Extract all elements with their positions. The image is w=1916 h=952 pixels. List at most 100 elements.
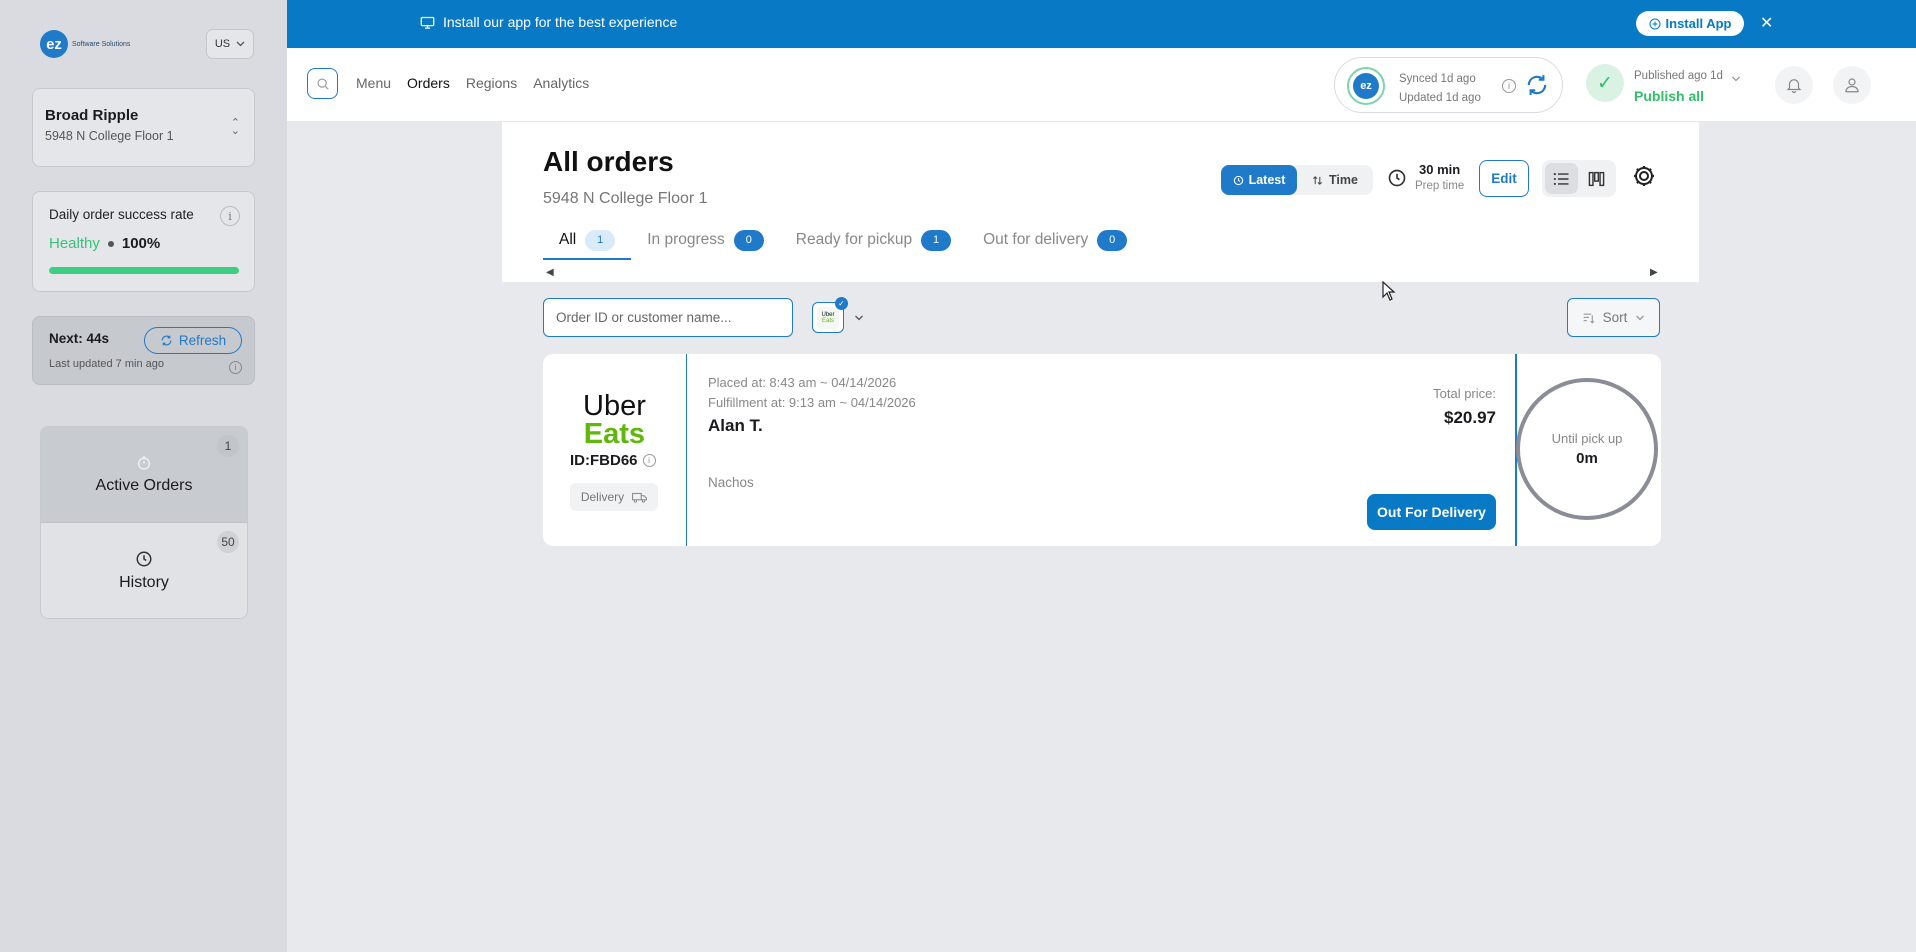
clock-icon — [1388, 169, 1406, 187]
store-selector[interactable]: Broad Ripple 5948 N College Floor 1 ⌃ ⌄ — [32, 88, 255, 167]
top-header: Menu Orders Regions Analytics ez Synced … — [287, 48, 1916, 122]
success-rate-line: Healthy 100% — [49, 235, 238, 252]
user-icon — [1845, 78, 1859, 93]
sort-button[interactable]: Sort — [1567, 298, 1660, 337]
tab-label: All — [559, 231, 577, 248]
tab-label: Ready for pickup — [795, 231, 913, 248]
platform-logo-line2: Eats — [583, 418, 646, 450]
chevron-down-icon[interactable] — [1731, 76, 1741, 82]
store-address: 5948 N College Floor 1 — [45, 129, 174, 143]
page-subtitle: 5948 N College Floor 1 — [543, 190, 708, 207]
close-icon[interactable]: ✕ — [1760, 13, 1773, 33]
updated-label: Updated 1d ago — [1399, 92, 1481, 104]
nav-analytics[interactable]: Analytics — [533, 75, 589, 91]
count-badge: 50 — [217, 531, 239, 553]
count-badge: 1 — [921, 229, 952, 251]
sort-latest-label: Latest — [1248, 173, 1286, 187]
install-app-button[interactable]: Install App — [1636, 11, 1744, 36]
notifications-button[interactable] — [1775, 66, 1813, 104]
search-button[interactable] — [307, 68, 338, 99]
order-status-tabs: All 1 In progress 0 Ready for pickup 1 O… — [543, 222, 1143, 260]
out-for-delivery-button[interactable]: Out For Delivery — [1367, 494, 1496, 530]
profile-button[interactable] — [1833, 66, 1871, 104]
nav-menu[interactable]: Menu — [356, 75, 391, 91]
timer-label: Until pick up — [1551, 431, 1623, 446]
order-id: ID:FBD66 i — [570, 452, 656, 469]
pickup-timer: Until pick up 0m — [1516, 378, 1658, 520]
plus-circle-icon — [1649, 18, 1661, 29]
sidebar: ez Software Solutions US Broad Ripple 59… — [0, 0, 287, 952]
scroll-right-arrow-icon[interactable]: ▶ — [1650, 267, 1658, 278]
order-platform-section: Uber Eats ID:FBD66 i Delivery — [543, 354, 687, 546]
board-view-button[interactable] — [1581, 163, 1614, 194]
list-view-button[interactable] — [1545, 163, 1578, 194]
chevron-down-icon — [1636, 315, 1645, 320]
sort-latest-button[interactable]: Latest — [1221, 165, 1297, 195]
timer-icon — [138, 455, 150, 470]
sort-label: Sort — [1602, 310, 1628, 325]
main-nav: Menu Orders Regions Analytics — [356, 75, 589, 91]
info-icon[interactable]: i — [220, 206, 240, 226]
bell-icon — [1786, 79, 1802, 94]
check-icon: ✓ — [1586, 64, 1624, 102]
order-item: Nachos — [708, 475, 754, 490]
sync-logo: ez — [1347, 67, 1385, 105]
synced-label: Synced 1d ago — [1399, 73, 1476, 85]
kanban-icon — [1588, 171, 1605, 186]
logo-mark: ez — [1353, 73, 1379, 99]
count-badge: 0 — [1097, 229, 1128, 251]
total-price-value: $20.97 — [1444, 408, 1496, 427]
refresh-button[interactable]: Refresh — [144, 327, 242, 354]
banner-text: Install our app for the best experience — [443, 14, 678, 30]
uber-eats-filter-chip[interactable]: Uber Eats ✓ — [812, 297, 848, 333]
tab-ready-for-pickup[interactable]: Ready for pickup 1 — [780, 222, 967, 258]
count-badge: 1 — [217, 435, 239, 457]
nav-orders[interactable]: Orders — [407, 75, 450, 91]
check-icon: ✓ — [835, 297, 848, 310]
edit-prep-button[interactable]: Edit — [1479, 160, 1529, 197]
search-icon — [316, 77, 329, 90]
tab-out-for-delivery[interactable]: Out for delivery 0 — [967, 222, 1143, 258]
prep-time-text: 30 min Prep time — [1415, 162, 1464, 194]
publish-status: Published ago 1d — [1634, 70, 1723, 82]
tab-all[interactable]: All 1 — [543, 222, 632, 260]
delivery-type-badge: Delivery — [570, 483, 658, 511]
prep-time-label: Prep time — [1415, 180, 1465, 192]
sync-status: ez Synced 1d ago Updated 1d ago i — [1334, 57, 1563, 113]
tab-in-progress[interactable]: In progress 0 — [631, 222, 780, 258]
nav-regions[interactable]: Regions — [466, 75, 517, 91]
nav-history[interactable]: History 50 — [41, 523, 247, 618]
scroll-left-arrow-icon[interactable]: ◀ — [546, 267, 554, 278]
nav-active-orders[interactable]: Active Orders 1 — [41, 427, 247, 523]
order-sort-toggle: Latest Time — [1221, 165, 1373, 195]
company-logo: ez Software Solutions — [40, 30, 130, 58]
info-icon[interactable]: i — [1502, 79, 1516, 93]
info-icon[interactable]: i — [642, 454, 656, 467]
gear-icon[interactable] — [1632, 164, 1656, 188]
sort-time-button[interactable]: Time — [1297, 165, 1373, 195]
clock-icon — [136, 551, 152, 567]
placed-at: Placed at: 8:43 am ~ 04/14/2026 — [708, 375, 897, 390]
success-rate-card: Daily order success rate i Healthy 100% — [32, 191, 255, 292]
nav-label: Active Orders — [95, 476, 193, 494]
list-icon — [1553, 172, 1569, 185]
chevron-up-down-icon: ⌃ ⌄ — [230, 117, 240, 137]
info-icon[interactable]: i — [229, 361, 242, 374]
chevron-down-icon — [236, 41, 245, 47]
tab-label: Out for delivery — [983, 231, 1089, 248]
count-badge: 0 — [733, 229, 764, 251]
store-name: Broad Ripple — [45, 107, 139, 124]
truck-icon — [632, 492, 648, 503]
platform-filter[interactable]: Uber Eats ✓ — [812, 297, 864, 333]
order-search-input[interactable] — [543, 298, 793, 337]
chevron-down-icon[interactable] — [854, 315, 864, 321]
order-id-text: ID:FBD66 — [570, 452, 638, 469]
country-selector[interactable]: US — [206, 29, 254, 59]
order-card[interactable]: Uber Eats ID:FBD66 i Delivery Placed at:… — [543, 354, 1661, 546]
sort-time-label: Time — [1329, 173, 1358, 187]
view-toggle — [1542, 160, 1616, 197]
publish-text: Published ago 1d Publish all — [1634, 66, 1723, 106]
publish-all-button[interactable]: Publish all — [1634, 86, 1723, 106]
sync-refresh-icon[interactable] — [1523, 71, 1551, 99]
success-percent: 100% — [121, 235, 161, 252]
